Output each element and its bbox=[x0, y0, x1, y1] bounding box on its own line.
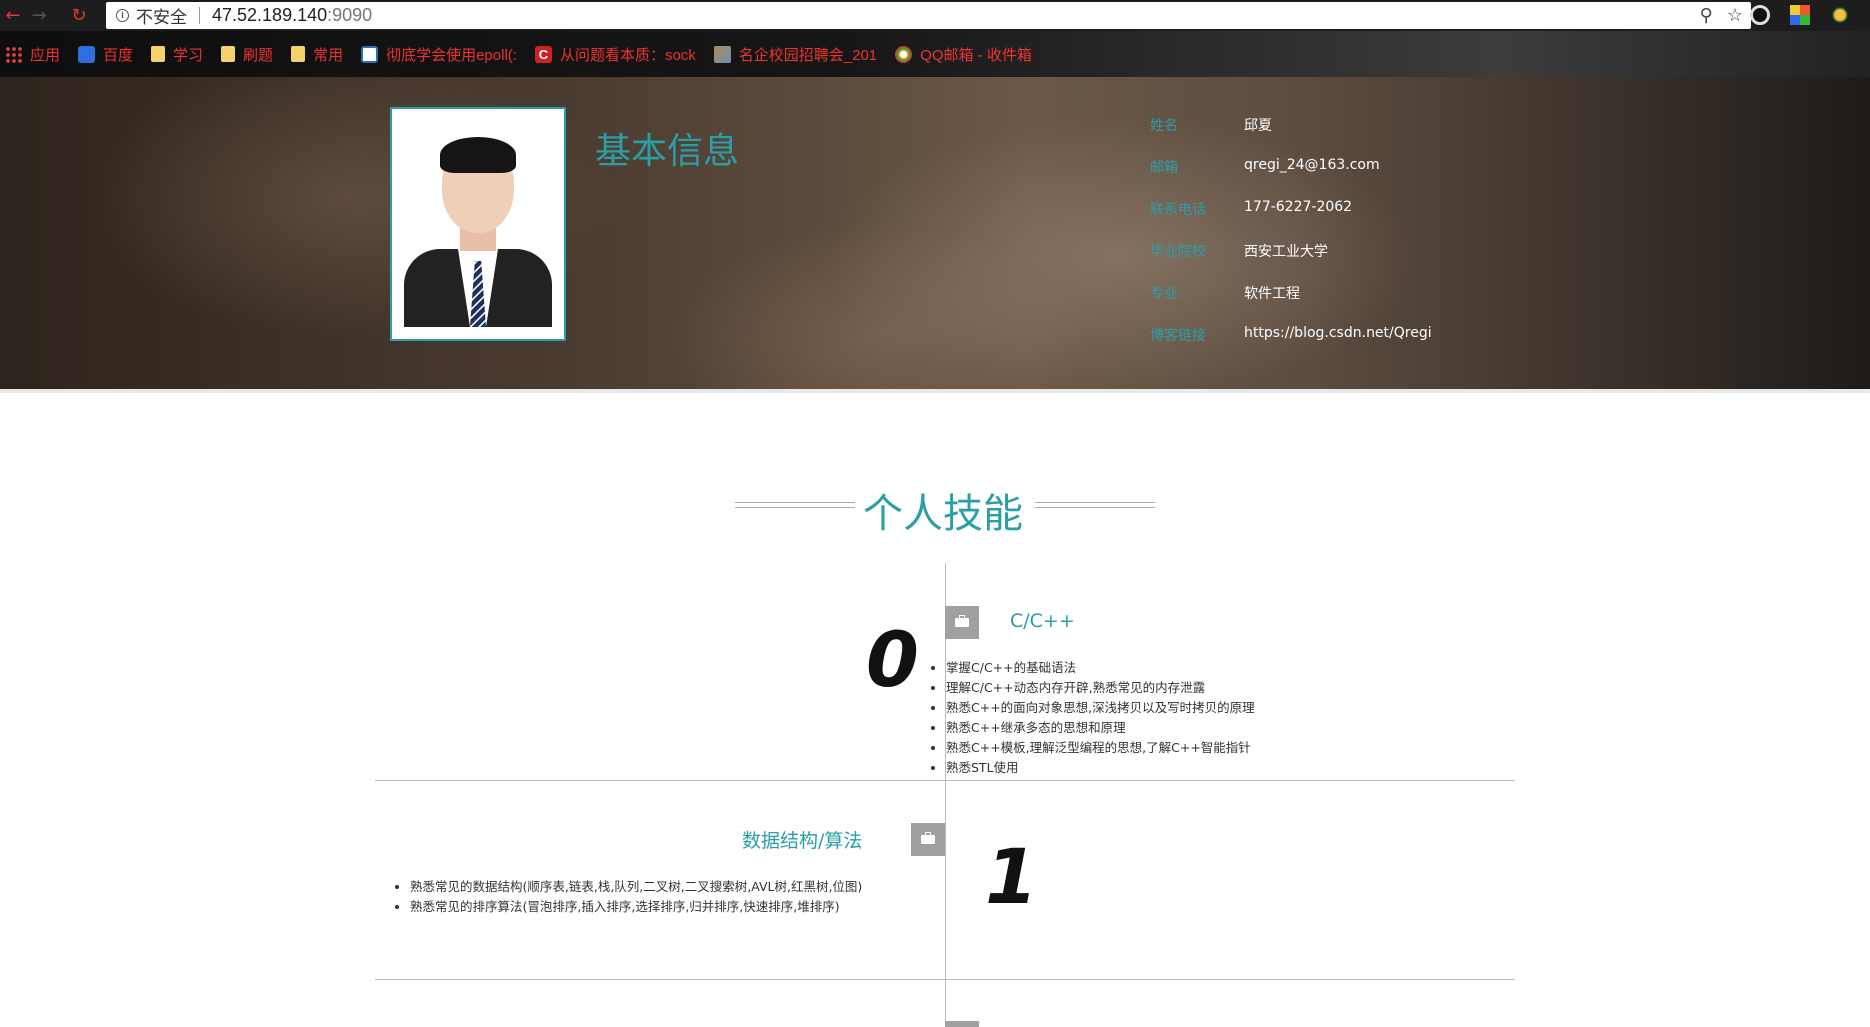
skills-title: 个人技能 bbox=[863, 491, 1023, 537]
address-bar[interactable]: i 不安全 47.52.189.140 :9090 ⚲ ☆ bbox=[106, 2, 1751, 29]
info-row: 姓名 邱夏 bbox=[1150, 115, 1550, 139]
info-label: 博客链接 bbox=[1150, 328, 1206, 344]
profile-photo bbox=[390, 107, 566, 341]
bookmark-item[interactable]: 彻底学会使用epoll(: bbox=[361, 44, 517, 65]
heading-decoration-right bbox=[1035, 502, 1155, 508]
briefcase-icon bbox=[911, 823, 945, 856]
bookmark-label: QQ邮箱 - 收件箱 bbox=[920, 46, 1032, 64]
baidu-icon bbox=[78, 45, 96, 63]
row-divider bbox=[375, 780, 1515, 781]
info-label: 联系电话 bbox=[1150, 202, 1206, 218]
info-value[interactable]: https://blog.csdn.net/Qregi bbox=[1244, 325, 1432, 341]
skill-point: 熟悉C++模板,理解泛型编程的思想,了解C++智能指针 bbox=[946, 738, 1255, 758]
skill-title-cpp: C/C++ bbox=[1010, 610, 1075, 632]
basic-info-title: 基本信息 bbox=[595, 131, 740, 172]
skill-number-1: 1 bbox=[985, 832, 1038, 921]
browser-toolbar: ← → ↻ i 不安全 47.52.189.140 :9090 ⚲ ☆ bbox=[0, 0, 1870, 31]
url-host: 47.52.189.140 bbox=[212, 5, 328, 25]
info-row: 联系电话 177-6227-2062 bbox=[1150, 199, 1550, 223]
chrome-icon bbox=[895, 45, 913, 63]
bookmark-label: 百度 bbox=[103, 46, 134, 64]
url-port: :9090 bbox=[327, 5, 373, 25]
info-row: 博客链接 https://blog.csdn.net/Qregi bbox=[1150, 325, 1550, 349]
image-icon bbox=[713, 45, 731, 63]
bookmark-label: 常用 bbox=[313, 46, 344, 64]
bookmark-item[interactable]: 名企校园招聘会_201 bbox=[713, 44, 878, 65]
skill-point: 掌握C/C++的基础语法 bbox=[946, 658, 1255, 678]
bookmark-label: 从问题看本质：sock bbox=[559, 46, 696, 64]
skill-point: 熟悉C++继承多态的思想和原理 bbox=[946, 718, 1255, 738]
back-arrow-icon[interactable]: ← bbox=[0, 0, 26, 31]
reload-icon[interactable]: ↻ bbox=[66, 0, 92, 31]
info-row: 专业 软件工程 bbox=[1150, 283, 1550, 307]
skill-points-cpp: 掌握C/C++的基础语法理解C/C++动态内存开辟,熟悉常见的内存泄露熟悉C++… bbox=[946, 658, 1255, 778]
skill-point: 熟悉C++的面向对象思想,深浅拷贝以及写时拷贝的原理 bbox=[946, 698, 1255, 718]
address-separator bbox=[199, 7, 200, 24]
security-status: 不安全 bbox=[136, 8, 187, 27]
extension-circle-icon[interactable] bbox=[1750, 5, 1770, 25]
csdn-icon: C bbox=[534, 45, 552, 63]
info-label: 毕业院校 bbox=[1150, 244, 1206, 260]
bookmark-item[interactable]: C 从问题看本质：sock bbox=[534, 44, 696, 65]
site-icon bbox=[361, 45, 379, 63]
info-value: 西安工业大学 bbox=[1244, 244, 1328, 260]
info-label: 专业 bbox=[1150, 286, 1178, 302]
bookmark-label: 学习 bbox=[173, 46, 204, 64]
info-value: 软件工程 bbox=[1244, 286, 1300, 302]
bookmark-item[interactable]: 应用 bbox=[5, 44, 60, 65]
info-row: 毕业院校 西安工业大学 bbox=[1150, 241, 1550, 265]
bookmark-item[interactable]: QQ邮箱 - 收件箱 bbox=[895, 44, 1032, 65]
extension-smile-icon[interactable] bbox=[1830, 5, 1850, 25]
skill-points-dsa: 熟悉常见的数据结构(顺序表,链表,栈,队列,二叉树,二叉搜索树,AVL树,红黑树… bbox=[410, 877, 862, 917]
bookmark-label: 应用 bbox=[30, 46, 61, 64]
skill-point: 熟悉常见的排序算法(冒泡排序,插入排序,选择排序,归并排序,快速排序,堆排序) bbox=[410, 897, 862, 917]
apps-grid-icon bbox=[5, 45, 22, 63]
bookmark-item[interactable]: 百度 bbox=[78, 44, 133, 65]
info-value: 邱夏 bbox=[1244, 118, 1272, 134]
bookmarks-bar: 应用 百度 学习 刷题 常用 彻底学会使用epoll(: C 从问题看本质：sock 名企校园招… bbox=[0, 31, 1870, 77]
header-banner bbox=[0, 77, 1870, 389]
folder-icon bbox=[151, 46, 166, 62]
bookmark-star-icon[interactable]: ☆ bbox=[1727, 5, 1743, 26]
info-row: 邮箱 qregi_24@163.com bbox=[1150, 157, 1550, 181]
bookmark-item[interactable]: 常用 bbox=[291, 44, 343, 65]
portrait-image bbox=[404, 121, 552, 327]
info-value: qregi_24@163.com bbox=[1244, 157, 1380, 173]
forward-arrow-icon[interactable]: → bbox=[26, 0, 52, 31]
skill-title-dsa: 数据结构/算法 bbox=[742, 830, 863, 852]
folder-icon bbox=[291, 46, 306, 62]
bookmark-label: 彻底学会使用epoll(: bbox=[386, 46, 517, 64]
skill-point: 理解C/C++动态内存开辟,熟悉常见的内存泄露 bbox=[946, 678, 1255, 698]
skill-number-0: 0 bbox=[866, 615, 919, 704]
briefcase-icon-partial bbox=[945, 1021, 979, 1027]
bookmark-label: 名企校园招聘会_201 bbox=[738, 46, 878, 64]
bookmark-label: 刷题 bbox=[243, 46, 274, 64]
bookmark-item[interactable]: 学习 bbox=[151, 44, 203, 65]
bookmark-item[interactable]: 刷题 bbox=[221, 44, 273, 65]
info-label: 姓名 bbox=[1150, 118, 1178, 134]
zoom-icon[interactable]: ⚲ bbox=[1700, 5, 1713, 26]
skill-point: 熟悉STL使用 bbox=[946, 758, 1255, 778]
info-icon[interactable]: i bbox=[116, 9, 129, 22]
extension-grid-icon[interactable] bbox=[1790, 5, 1810, 25]
skill-point: 熟悉常见的数据结构(顺序表,链表,栈,队列,二叉树,二叉搜索树,AVL树,红黑树… bbox=[410, 877, 862, 897]
briefcase-icon bbox=[945, 606, 979, 639]
heading-decoration-left bbox=[735, 502, 855, 508]
folder-icon bbox=[221, 46, 236, 62]
info-value: 177-6227-2062 bbox=[1244, 199, 1353, 215]
banner-divider bbox=[0, 389, 1870, 393]
row-divider bbox=[375, 979, 1515, 980]
info-label: 邮箱 bbox=[1150, 160, 1178, 176]
skills-heading: 个人技能 bbox=[0, 475, 1870, 537]
